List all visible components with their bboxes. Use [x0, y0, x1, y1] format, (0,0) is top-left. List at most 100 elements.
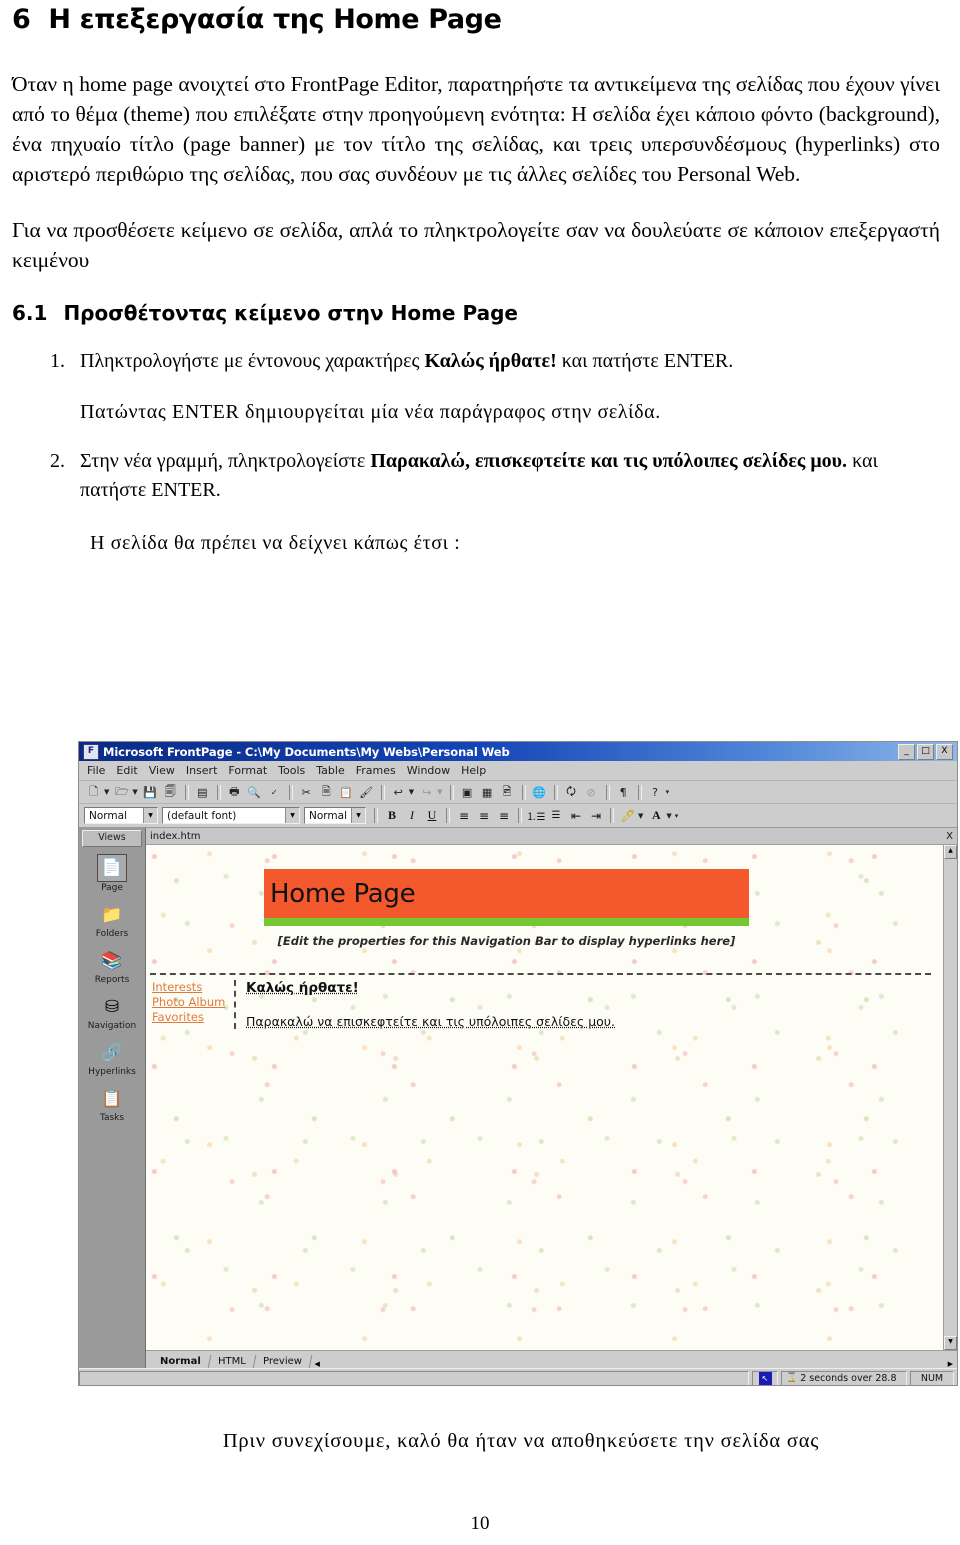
insert-picture-icon[interactable]: 🖻 — [498, 783, 517, 801]
hscroll-left-icon[interactable]: ◀ — [311, 1360, 324, 1368]
fmt-overflow-icon[interactable]: ▾ — [675, 812, 679, 820]
sidebar-item-tasks[interactable]: 📋 Tasks — [81, 1086, 143, 1123]
menu-file[interactable]: File — [87, 764, 105, 777]
tab-normal[interactable]: Normal — [150, 1355, 212, 1368]
redo-icon[interactable]: ↪ — [417, 783, 436, 801]
decrease-indent-button[interactable]: ⇤ — [566, 806, 586, 825]
new-page-icon[interactable]: 🗋 — [84, 783, 103, 801]
spelling-icon[interactable]: ✓ — [265, 783, 284, 801]
align-center-button[interactable]: ≡ — [474, 806, 494, 825]
sidebar-item-label: Reports — [94, 975, 130, 985]
scroll-down-icon[interactable]: ▼ — [944, 1336, 957, 1350]
font-color-button[interactable]: A — [646, 806, 666, 825]
window-titlebar: F Microsoft FrontPage - C:\My Documents\… — [79, 742, 957, 761]
toolbar-separator — [553, 784, 558, 800]
undo-icon[interactable]: ↩ — [389, 783, 408, 801]
insert-table-icon[interactable]: ▦ — [478, 783, 497, 801]
increase-indent-button[interactable]: ⇥ — [586, 806, 606, 825]
intro-paragraph: Όταν η home page ανοιχτεί στο FrontPage … — [12, 72, 940, 186]
font-color-dropdown-icon[interactable]: ▼ — [666, 812, 671, 820]
sidebar-item-page[interactable]: 📄 Page — [81, 854, 143, 893]
font-size-dropdown[interactable]: Normal ▼ — [304, 807, 366, 824]
document-page: 6 Η επεξεργασία της Home Page Όταν η home… — [0, 4, 960, 1545]
bulleted-list-button[interactable]: ☰ — [546, 806, 566, 825]
hscroll-right-icon[interactable]: ▶ — [944, 1360, 957, 1368]
font-dropdown[interactable]: (default font) ▼ — [162, 807, 300, 824]
sidebar-item-navigation[interactable]: ⛁ Navigation — [81, 994, 143, 1031]
copy-icon[interactable]: 🗎 — [317, 783, 336, 801]
paste-icon[interactable]: 📋 — [337, 783, 356, 801]
chevron-down-icon[interactable]: ▼ — [143, 808, 157, 823]
sidebar-item-label: Page — [101, 883, 123, 893]
toolbar-separator — [374, 808, 378, 823]
menu-table[interactable]: Table — [316, 764, 344, 777]
print-icon[interactable]: 🖶 — [225, 783, 244, 801]
menu-view[interactable]: View — [149, 764, 175, 777]
note-after-step-one: Πατώντας ENTER δημιουργείται μία νέα παρ… — [80, 401, 661, 423]
nav-link-photo-album[interactable]: Photo Album — [152, 995, 234, 1010]
sidebar-item-hyperlinks[interactable]: 🔗 Hyperlinks — [81, 1040, 143, 1077]
cut-icon[interactable]: ✂ — [297, 783, 316, 801]
bold-button[interactable]: B — [382, 806, 402, 825]
highlight-button[interactable]: 🖊 — [618, 806, 638, 825]
new-page-dropdown-icon[interactable]: ▼ — [104, 788, 109, 796]
open-file-name[interactable]: index.htm — [150, 831, 201, 842]
sidebar-item-folders[interactable]: 📁 Folders — [81, 902, 143, 939]
menu-window[interactable]: Window — [407, 764, 450, 777]
menu-tools[interactable]: Tools — [278, 764, 305, 777]
chevron-down-icon[interactable]: ▼ — [285, 808, 299, 823]
stop-icon[interactable]: ⊘ — [582, 783, 601, 801]
sidebar-item-reports[interactable]: 📚 Reports — [81, 948, 143, 985]
style-dropdown[interactable]: Normal ▼ — [84, 807, 158, 824]
hyperlink-icon[interactable]: 🌐 — [530, 783, 549, 801]
show-marks-icon[interactable]: ¶ — [614, 783, 633, 801]
close-document-icon[interactable]: X — [946, 831, 953, 842]
print-preview-icon[interactable]: 🔍 — [245, 783, 264, 801]
menu-format[interactable]: Format — [228, 764, 267, 777]
menu-insert[interactable]: Insert — [186, 764, 218, 777]
align-right-button[interactable]: ≡ — [494, 806, 514, 825]
page-greeting-text[interactable]: Καλώς ήρθατε! — [246, 980, 615, 996]
toolbar-overflow-icon[interactable]: ▾ — [666, 788, 670, 796]
align-left-button[interactable]: ≡ — [454, 806, 474, 825]
step-text-after: και πατήστε ENTER. — [556, 350, 734, 372]
maximize-button[interactable]: □ — [917, 743, 934, 760]
open-icon[interactable]: 🗁 — [112, 783, 131, 801]
tab-preview[interactable]: Preview — [253, 1355, 312, 1368]
download-time-field: ⌛ 2 seconds over 28.8 — [781, 1370, 907, 1385]
save-icon[interactable]: 💾 — [141, 783, 160, 801]
nav-link-interests[interactable]: Interests — [152, 980, 234, 995]
chevron-down-icon[interactable]: ▼ — [351, 808, 365, 823]
highlight-dropdown-icon[interactable]: ▼ — [638, 812, 643, 820]
tab-html[interactable]: HTML — [208, 1355, 256, 1368]
vertical-scrollbar[interactable]: ▲ ▼ — [943, 845, 957, 1350]
editor-canvas[interactable]: Home Page [Edit the properties for this … — [146, 845, 943, 1350]
undo-dropdown-icon[interactable]: ▼ — [409, 788, 414, 796]
format-painter-icon[interactable]: 🖌 — [357, 783, 376, 801]
help-icon[interactable]: ? — [646, 783, 665, 801]
minimize-button[interactable]: _ — [898, 743, 915, 760]
page-banner[interactable]: Home Page — [264, 869, 749, 918]
navigation-bar-placeholder[interactable]: [Edit the properties for this Navigation… — [264, 934, 749, 948]
publish-web-icon[interactable]: 🗐 — [161, 783, 180, 801]
open-dropdown-icon[interactable]: ▼ — [132, 788, 137, 796]
closing-line: Πριν συνεχίσουμε, καλό θα ήταν να αποθηκ… — [222, 1430, 820, 1452]
close-button[interactable]: X — [936, 743, 953, 760]
redo-dropdown-icon[interactable]: ▼ — [437, 788, 442, 796]
window-title: Microsoft FrontPage - C:\My Documents\My… — [103, 744, 510, 759]
nav-link-favorites[interactable]: Favorites — [152, 1010, 234, 1025]
page-body-text[interactable]: Παρακαλώ να επισκεφτείτε και τις υπόλοιπ… — [246, 1014, 615, 1029]
menu-help[interactable]: Help — [461, 764, 486, 777]
insert-component-icon[interactable]: ▣ — [458, 783, 477, 801]
menu-frames[interactable]: Frames — [356, 764, 396, 777]
heading-number: 6 — [12, 4, 31, 35]
refresh-icon[interactable]: 🗘 — [562, 783, 581, 801]
scroll-up-icon[interactable]: ▲ — [944, 845, 957, 859]
numbered-list-button[interactable]: ⒈☰ — [526, 806, 546, 825]
underline-button[interactable]: U — [422, 806, 442, 825]
page-banner-block: Home Page [Edit the properties for this … — [264, 869, 749, 948]
second-paragraph: Για να προσθέσετε κείμενο σε σελίδα, απλ… — [12, 218, 940, 272]
menu-edit[interactable]: Edit — [116, 764, 137, 777]
folder-list-icon[interactable]: ▤ — [193, 783, 212, 801]
italic-button[interactable]: I — [402, 806, 422, 825]
